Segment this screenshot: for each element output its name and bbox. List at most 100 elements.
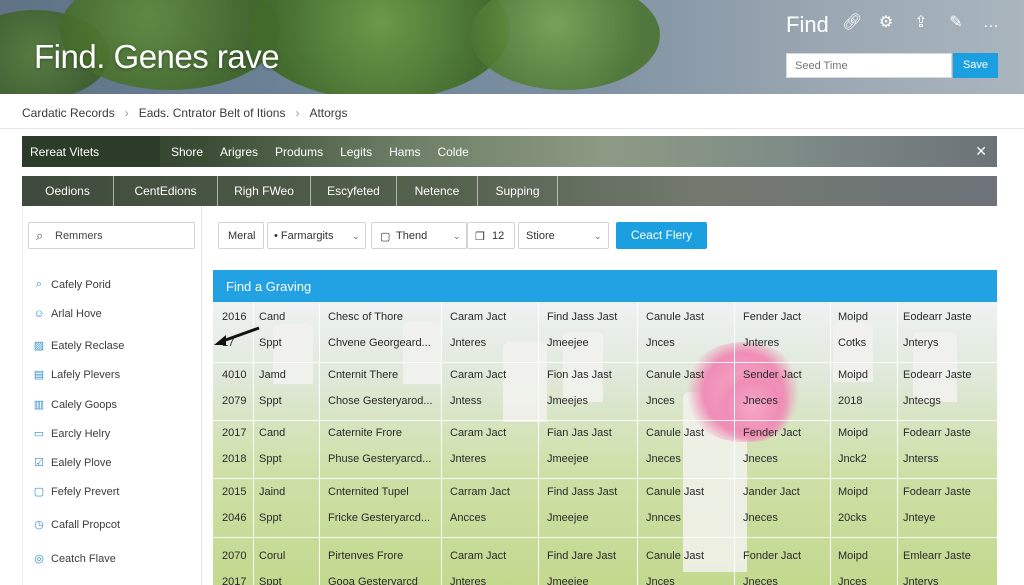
table-cell: 20cks (838, 512, 867, 524)
table-cell: Pirtenves Frore (328, 550, 404, 562)
edit-icon[interactable]: ✎ (947, 14, 965, 32)
results-header: Find a Graving (213, 270, 997, 302)
sidebar-item-label: Eately Reclase (51, 339, 125, 352)
table-cell: 2046 (222, 512, 247, 524)
hero-banner: Find. Genes rave Find 🔗︎ ⚙︎ ⇪ ✎ … Save (0, 0, 1024, 94)
table-cell: Jneces (646, 453, 681, 465)
table-row[interactable]: 2070 2017 Corul Sppt Pirtenves Frore Gooa Ges… (213, 541, 997, 585)
breadcrumb-item[interactable]: Attorgs (309, 106, 347, 120)
sidebar-search[interactable]: ⌕ Remmers (28, 222, 195, 249)
tab-netence[interactable]: Netence (397, 176, 478, 206)
results-table: 2016 17 Cand Sppt Chesc of Thore Chvene Georg… (213, 302, 997, 585)
target-icon: ◎ (34, 553, 44, 565)
table-cell: Chose Gesteryarod... (328, 395, 433, 407)
table-cell: 4010 (222, 369, 247, 381)
table-row[interactable]: 2017 2018 Cand Sppt Caternite Frore Phuse Ges… (213, 418, 997, 479)
header-toolbar: 🔗︎ ⚙︎ ⇪ ✎ … (842, 14, 1000, 32)
table-cell: Gooa Gesteryarcd (328, 576, 418, 585)
table-cell: Jnteres (450, 337, 487, 349)
table-cell: Caram Jact (450, 427, 507, 439)
close-icon[interactable]: ✕ (975, 143, 987, 160)
sidebar-item-cafely-porid[interactable]: ⌕ Cafely Porid (32, 278, 111, 291)
table-cell: Jnterys (903, 337, 939, 349)
tab-escyfeted[interactable]: Escyfeted (311, 176, 397, 206)
sidebar-item-arlal-hove[interactable]: ☺ Arlal Hove (32, 308, 101, 320)
filter-meral[interactable]: Meral (218, 222, 264, 249)
table-cell: Fodearr Jaste (903, 427, 971, 439)
table-cell: Corul (259, 550, 286, 562)
tab-oedions[interactable]: Oedions (22, 176, 114, 206)
sidebar-item-cafall-propcot[interactable]: ◷ Cafall Propcot (32, 518, 120, 532)
results-grid: 2016 17 Cand Sppt Chesc of Thore Chvene Georg… (213, 302, 997, 585)
category-section[interactable]: Rereat Vitets (22, 136, 160, 167)
table-cell: Jneces (743, 512, 778, 524)
share-icon[interactable]: ⇪ (912, 14, 930, 32)
table-cell: Jnces (646, 576, 675, 585)
table-cell: 2016 (222, 311, 247, 323)
filter-farmargits-select[interactable]: • Farmargits ⌄ (267, 222, 366, 249)
search-button[interactable]: Ceact Flery (616, 222, 707, 249)
table-cell: Canule Jast (646, 311, 705, 323)
table-cell: Cotks (838, 337, 867, 349)
table-cell: Fender Jact (743, 427, 802, 439)
table-cell: Sender Jact (743, 369, 802, 381)
sidebar-item-earcly-helry[interactable]: ▭ Earcly Helry (32, 427, 111, 441)
filter-label: • Farmargits (274, 230, 334, 242)
table-cell: Cnternited Tupel (328, 486, 409, 498)
sidebar-item-eately-reclase[interactable]: ▨ Eately Reclase (32, 339, 125, 353)
sidebar-item-label: Ealely Plove (51, 456, 112, 469)
category-item[interactable]: Legits (340, 145, 372, 159)
table-cell: 2017 (222, 576, 247, 585)
category-item[interactable]: Colde (437, 145, 468, 159)
breadcrumb-item[interactable]: Eads. Cntrator Belt of Itions (139, 106, 286, 120)
table-cell: Jntess (450, 395, 482, 407)
table-cell: Jnces (646, 337, 675, 349)
breadcrumb-item[interactable]: Cardatic Records (22, 106, 115, 120)
table-cell: Fodearr Jaste (903, 486, 971, 498)
save-button[interactable]: Save (953, 53, 998, 78)
sidebar-item-ealely-plove[interactable]: ☑ Ealely Plove (32, 456, 112, 470)
filter-count[interactable]: ❐ 12 (467, 222, 515, 249)
sidebar-item-label: Fefely Prevert (51, 485, 120, 498)
gear-icon[interactable]: ⚙︎ (877, 14, 895, 32)
sidebar-search-value: Remmers (55, 230, 103, 242)
table-cell: Jnteres (743, 337, 780, 349)
sidebar: ⌕ Remmers ⌕ Cafely Porid ☺ Arlal Hove ▨ … (22, 206, 202, 585)
sidebar-item-calely-goops[interactable]: ▥ Calely Goops (32, 398, 117, 412)
table-cell: Jmeejee (547, 512, 589, 524)
category-item[interactable]: Shore (171, 145, 203, 159)
more-icon[interactable]: … (982, 14, 1000, 32)
breadcrumb: Cardatic Records › Eads. Cntrator Belt o… (22, 106, 347, 120)
table-cell: Sppt (259, 395, 282, 407)
category-item[interactable]: Produms (275, 145, 323, 159)
table-cell: Caram Jact (450, 311, 507, 323)
table-cell: Jnces (646, 395, 675, 407)
table-cell: Jnteres (450, 453, 487, 465)
tab-supping[interactable]: Supping (478, 176, 558, 206)
table-cell: Fion Jas Jast (547, 369, 612, 381)
link-icon[interactable]: 🔗︎ (842, 14, 862, 32)
category-bar: Rereat Vitets Shore Arigres Produms Legi… (22, 136, 997, 167)
tree-foliage (250, 0, 510, 94)
search-input[interactable] (786, 53, 952, 78)
table-cell: Moipd (838, 550, 868, 562)
table-cell: Emlearr Jaste (903, 550, 971, 562)
table-row[interactable]: 4010 2079 Jamd Sppt Cnternit There Chose Gest… (213, 360, 997, 421)
category-item[interactable]: Hams (389, 145, 420, 159)
table-row[interactable]: 2016 17 Cand Sppt Chesc of Thore Chvene Georg… (213, 302, 997, 363)
table-row[interactable]: 2015 2046 Jaind Sppt Cnternited Tupel Fricke … (213, 477, 997, 538)
sidebar-item-ceatch-flave[interactable]: ◎ Ceatch Flave (32, 552, 116, 566)
table-cell: Eodearr Jaste (903, 369, 972, 381)
filter-thend-select[interactable]: ▢ Thend ⌄ (371, 222, 467, 249)
table-cell: Caram Jact (450, 369, 507, 381)
arrow-pointer-icon (214, 326, 260, 345)
category-item[interactable]: Arigres (220, 145, 258, 159)
sidebar-item-fefely-prevert[interactable]: ▢ Fefely Prevert (32, 485, 120, 499)
table-cell: Fian Jas Jast (547, 427, 612, 439)
tab-righ-fweo[interactable]: Righ FWeo (218, 176, 311, 206)
table-cell: Sppt (259, 453, 282, 465)
sidebar-item-lafely-plevers[interactable]: ▤ Lafely Plevers (32, 368, 120, 382)
table-cell: Canule Jast (646, 369, 705, 381)
tab-centedions[interactable]: CentEdions (114, 176, 218, 206)
filter-stiore-select[interactable]: Stiore ⌄ (518, 222, 609, 249)
